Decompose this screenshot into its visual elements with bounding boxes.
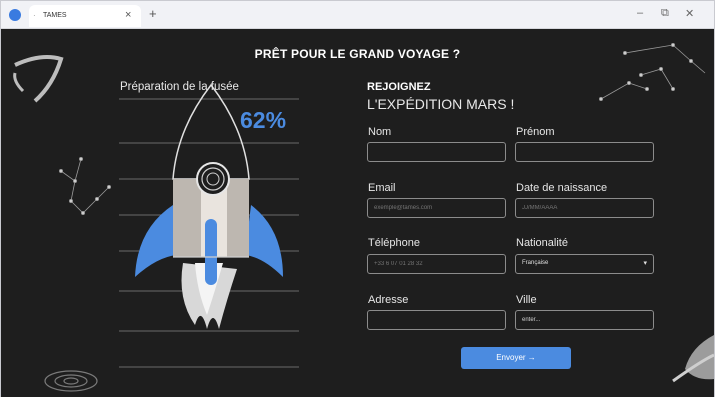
- browser-tab[interactable]: · TAMES ×: [29, 5, 141, 27]
- adresse-input[interactable]: [367, 310, 506, 330]
- ville-label: Ville: [516, 294, 537, 306]
- progress-percent: 62%: [240, 107, 287, 133]
- planet-icon: [13, 55, 64, 103]
- constellation-left-icon: [59, 156, 112, 215]
- close-window-icon[interactable]: ✕: [685, 7, 694, 20]
- telephone-label: Téléphone: [368, 237, 420, 249]
- nom-input[interactable]: [367, 142, 506, 162]
- title-bar: · TAMES × + – ⧉ ✕: [1, 1, 714, 29]
- form-title-line2: L'EXPÉDITION MARS !: [367, 96, 515, 112]
- page-title: PRÊT POUR LE GRAND VOYAGE ?: [254, 47, 461, 61]
- telephone-input[interactable]: [367, 254, 506, 274]
- chevron-down-icon: ▾: [643, 260, 647, 267]
- nationalite-select[interactable]: Française ▾: [515, 254, 654, 274]
- date-naissance-input[interactable]: [515, 198, 654, 218]
- submit-button[interactable]: Envoyer →: [461, 347, 571, 369]
- new-tab-icon[interactable]: +: [149, 6, 157, 21]
- app-logo-icon: [9, 9, 21, 21]
- nom-label: Nom: [368, 126, 392, 138]
- galaxy-icon: [44, 370, 98, 392]
- browser-window: · TAMES × + – ⧉ ✕ PRÊT POUR LE GRAND VOY…: [0, 0, 715, 397]
- progress-label: Préparation de la fusée: [120, 81, 239, 93]
- email-input[interactable]: [367, 198, 506, 218]
- tab-close-icon[interactable]: ×: [125, 9, 131, 21]
- nationalite-label: Nationalité: [516, 237, 568, 249]
- page-content: PRÊT POUR LE GRAND VOYAGE ? Préparation …: [1, 29, 714, 397]
- adresse-label: Adresse: [368, 294, 409, 306]
- form-title-line1: REJOIGNEZ: [367, 81, 431, 93]
- ville-input[interactable]: [515, 310, 654, 330]
- nationalite-selected: Française: [522, 260, 549, 266]
- minimize-icon[interactable]: –: [637, 7, 643, 19]
- prenom-label: Prénom: [516, 126, 555, 138]
- maximize-icon[interactable]: ⧉: [661, 7, 669, 20]
- tab-separator: ·: [33, 11, 36, 20]
- prenom-input[interactable]: [515, 142, 654, 162]
- tab-title: TAMES: [43, 12, 67, 19]
- email-label: Email: [368, 182, 396, 194]
- naissance-label: Date de naissance: [516, 182, 608, 194]
- planet-bottom-right-icon: [672, 335, 714, 383]
